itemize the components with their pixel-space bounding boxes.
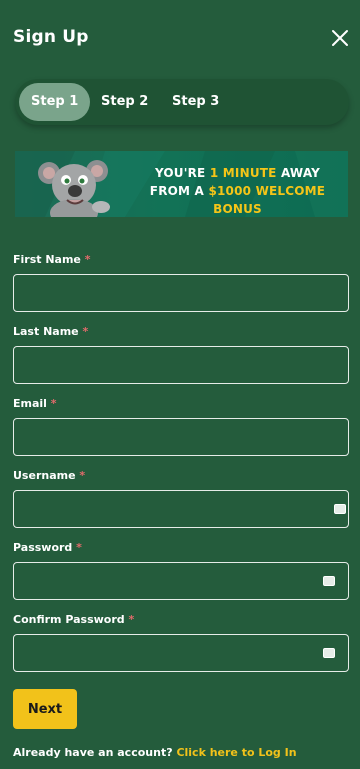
password-manager-icon[interactable] [323,576,335,586]
header: Sign Up [0,0,360,72]
password-manager-icon[interactable] [334,504,346,514]
step-1-tab[interactable]: Step 1 [19,83,91,121]
confirm-password-input[interactable] [13,634,349,672]
username-input[interactable] [13,490,349,528]
login-prompt: Already have an account? Click here to L… [13,746,297,759]
password-manager-icon[interactable] [323,648,335,658]
banner-headline: You're 1 minute away from a $1000 welcom… [149,166,326,216]
first-name-input[interactable] [13,274,349,312]
step-2-tab[interactable]: Step 2 [89,83,160,121]
last-name-label: Last Name * [13,325,89,338]
next-button[interactable]: Next [13,689,77,729]
step-3-tab[interactable]: Step 3 [160,83,231,121]
close-icon[interactable] [330,28,350,48]
welcome-bonus-banner[interactable]: You're 1 minute away from a $1000 welcom… [15,151,348,217]
confirm-password-label: Confirm Password * [13,613,135,626]
koala-mascot [38,160,110,217]
password-input[interactable] [13,562,349,600]
password-label: Password * [13,541,82,554]
login-link[interactable]: Click here to Log In [176,746,296,759]
first-name-label: First Name * [13,253,91,266]
step-navigator: Step 1 Step 2 Step 3 [15,79,349,125]
page-title: Sign Up [13,27,89,47]
username-label: Username * [13,469,86,482]
last-name-input[interactable] [13,346,349,384]
email-label: Email * [13,397,57,410]
email-input[interactable] [13,418,349,456]
